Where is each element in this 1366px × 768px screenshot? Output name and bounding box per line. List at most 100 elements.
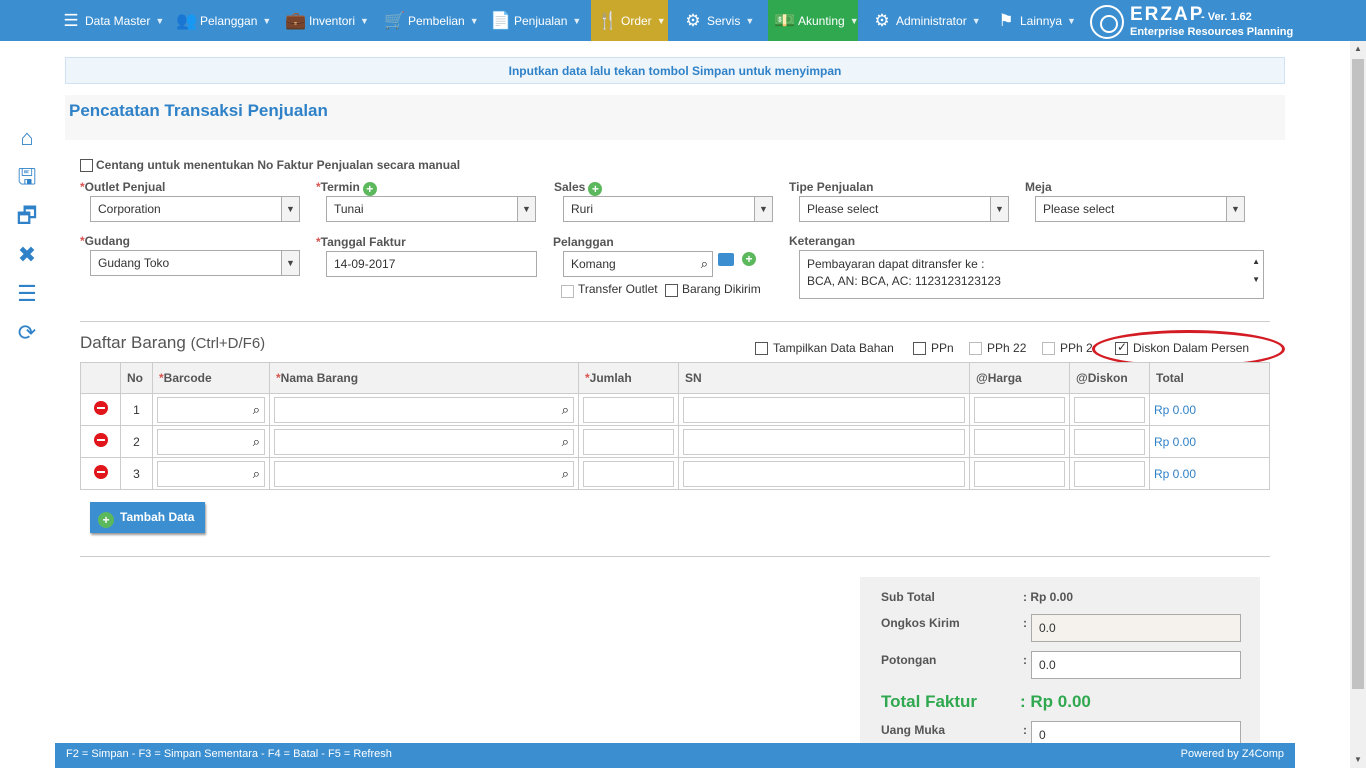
- home-icon[interactable]: ⌂: [10, 125, 44, 164]
- search-icon[interactable]: ⌕: [253, 434, 260, 450]
- termin-select[interactable]: Tunai ▼: [326, 196, 536, 222]
- ongkos-kirim-label: Ongkos Kirim: [881, 616, 960, 630]
- search-icon[interactable]: ⌕: [253, 466, 260, 482]
- chevron-down-icon: ▼: [971, 15, 981, 26]
- items-section-title: Daftar Barang (Ctrl+D/F6): [80, 333, 266, 352]
- nav-data-master[interactable]: ☰ Data Master ▼: [55, 0, 170, 41]
- save-draft-icon[interactable]: 🗗: [10, 203, 44, 242]
- cutlery-icon: 🍴: [597, 10, 619, 30]
- sales-select[interactable]: Ruri ▼: [563, 196, 773, 222]
- search-icon[interactable]: ⌕: [562, 466, 569, 482]
- nav-servis[interactable]: ⚙ Servis ▼: [677, 0, 760, 41]
- cancel-icon[interactable]: ✖: [10, 242, 44, 281]
- barang-dikirim-checkbox[interactable]: [665, 284, 678, 297]
- add-row-button[interactable]: + Tambah Data: [90, 502, 205, 533]
- manual-invoice-checkbox[interactable]: [80, 159, 93, 172]
- pph22-checkbox[interactable]: [969, 342, 982, 355]
- sn-input[interactable]: [683, 460, 965, 487]
- nama-barang-input[interactable]: ⌕: [274, 428, 574, 455]
- nav-pembelian[interactable]: 🛒 Pembelian ▼: [378, 0, 485, 41]
- items-table: No *Barcode *Nama Barang *Jumlah SN @Har…: [80, 362, 1270, 490]
- sn-input[interactable]: [683, 396, 965, 423]
- chevron-down-icon: ▼: [572, 15, 582, 26]
- barcode-input[interactable]: ⌕: [157, 396, 265, 423]
- chevron-down-icon: ▼: [469, 15, 479, 26]
- search-icon[interactable]: ⌕: [253, 402, 260, 418]
- uang-muka-label: Uang Muka: [881, 723, 946, 737]
- sn-input[interactable]: [683, 428, 965, 455]
- nav-order[interactable]: 🍴 Order ▼: [591, 0, 668, 41]
- barcode-input[interactable]: ⌕: [157, 460, 265, 487]
- tipe-penjualan-select[interactable]: Please select ▼: [799, 196, 1009, 222]
- outlet-select[interactable]: Corporation ▼: [90, 196, 300, 222]
- customer-list-icon[interactable]: [718, 253, 734, 266]
- nama-barang-input[interactable]: ⌕: [274, 460, 574, 487]
- chevron-down-icon: ▼: [360, 15, 369, 26]
- ongkos-kirim-input[interactable]: 0.0: [1031, 614, 1241, 642]
- brand-logo[interactable]: ERZAP - Ver. 1.62 Enterprise Resources P…: [1088, 3, 1308, 39]
- save-icon[interactable]: 🖫: [10, 164, 44, 203]
- row-total: Rp 0.00: [1149, 393, 1270, 426]
- vertical-scrollbar[interactable]: ▲ ▼: [1350, 41, 1366, 768]
- gudang-select[interactable]: Gudang Toko ▼: [90, 250, 300, 276]
- search-icon[interactable]: ⌕: [562, 434, 569, 450]
- jumlah-input[interactable]: [583, 428, 674, 455]
- diskon-input[interactable]: [1074, 428, 1145, 455]
- delete-row-icon[interactable]: [94, 465, 108, 479]
- search-icon[interactable]: ⌕: [701, 252, 708, 276]
- sub-total-label: Sub Total: [881, 590, 935, 604]
- tanggal-faktur-label: *Tanggal Faktur: [316, 235, 406, 249]
- delete-row-icon[interactable]: [94, 401, 108, 415]
- harga-input[interactable]: [974, 428, 1065, 455]
- nav-inventori[interactable]: 💼 Inventori ▼: [279, 0, 375, 41]
- harga-input[interactable]: [974, 460, 1065, 487]
- brand-name: ERZAP: [1130, 4, 1205, 25]
- transfer-outlet-checkbox[interactable]: [561, 285, 574, 298]
- tanggal-faktur-input[interactable]: 14-09-2017: [326, 251, 537, 277]
- barcode-input[interactable]: ⌕: [157, 428, 265, 455]
- nav-pelanggan[interactable]: 👥 Pelanggan ▼: [170, 0, 277, 41]
- refresh-icon[interactable]: ⟳: [10, 320, 44, 359]
- nav-akunting[interactable]: 💵 Akunting ▼: [768, 0, 859, 41]
- tampilkan-bahan-checkbox[interactable]: [755, 342, 768, 355]
- textarea-scroll-down-icon[interactable]: ▼: [1252, 271, 1260, 288]
- col-sn: SN: [678, 362, 970, 394]
- keterangan-textarea[interactable]: Pembayaran dapat ditransfer ke : BCA, AN…: [799, 250, 1264, 299]
- pelanggan-label: Pelanggan: [553, 235, 614, 249]
- col-harga: @Harga: [969, 362, 1070, 394]
- table-row: 1 ⌕ ⌕ Rp 0.00: [80, 393, 1270, 426]
- delete-row-icon[interactable]: [94, 433, 108, 447]
- jumlah-input[interactable]: [583, 460, 674, 487]
- add-sales-icon[interactable]: +: [588, 182, 603, 196]
- plus-icon: +: [98, 512, 114, 528]
- harga-input[interactable]: [974, 396, 1065, 423]
- add-customer-icon[interactable]: +: [742, 252, 756, 266]
- divider: [80, 556, 1270, 557]
- add-termin-icon[interactable]: +: [362, 182, 377, 196]
- col-no: No: [120, 362, 153, 394]
- powered-by: Powered by Z4Comp: [1180, 748, 1284, 760]
- scroll-up-arrow-icon[interactable]: ▲: [1350, 41, 1366, 57]
- jumlah-input[interactable]: [583, 396, 674, 423]
- textarea-scroll-up-icon[interactable]: ▲: [1252, 253, 1260, 270]
- diskon-input[interactable]: [1074, 396, 1145, 423]
- outlet-label: *Outlet Penjual: [80, 180, 166, 194]
- search-icon[interactable]: ⌕: [562, 402, 569, 418]
- col-total: Total: [1149, 362, 1270, 394]
- pph23-checkbox[interactable]: [1042, 342, 1055, 355]
- potongan-input[interactable]: 0.0: [1031, 651, 1241, 679]
- ppn-checkbox[interactable]: [913, 342, 926, 355]
- nama-barang-input[interactable]: ⌕: [274, 396, 574, 423]
- nav-penjualan[interactable]: 📄 Penjualan ▼: [484, 0, 587, 41]
- money-icon: 💵: [774, 10, 796, 30]
- meja-select[interactable]: Please select ▼: [1035, 196, 1245, 222]
- diskon-input[interactable]: [1074, 460, 1145, 487]
- nav-administrator[interactable]: ⚙ Administrator ▼: [866, 0, 987, 41]
- pelanggan-input[interactable]: Komang ⌕: [563, 251, 713, 277]
- nav-lainnya[interactable]: ⚑ Lainnya ▼: [990, 0, 1082, 41]
- scroll-thumb[interactable]: [1352, 59, 1364, 689]
- chevron-down-icon: ▼: [745, 15, 755, 26]
- col-diskon: @Diskon: [1069, 362, 1150, 394]
- list-view-icon[interactable]: ☰: [10, 281, 44, 320]
- scroll-down-arrow-icon[interactable]: ▼: [1350, 752, 1366, 768]
